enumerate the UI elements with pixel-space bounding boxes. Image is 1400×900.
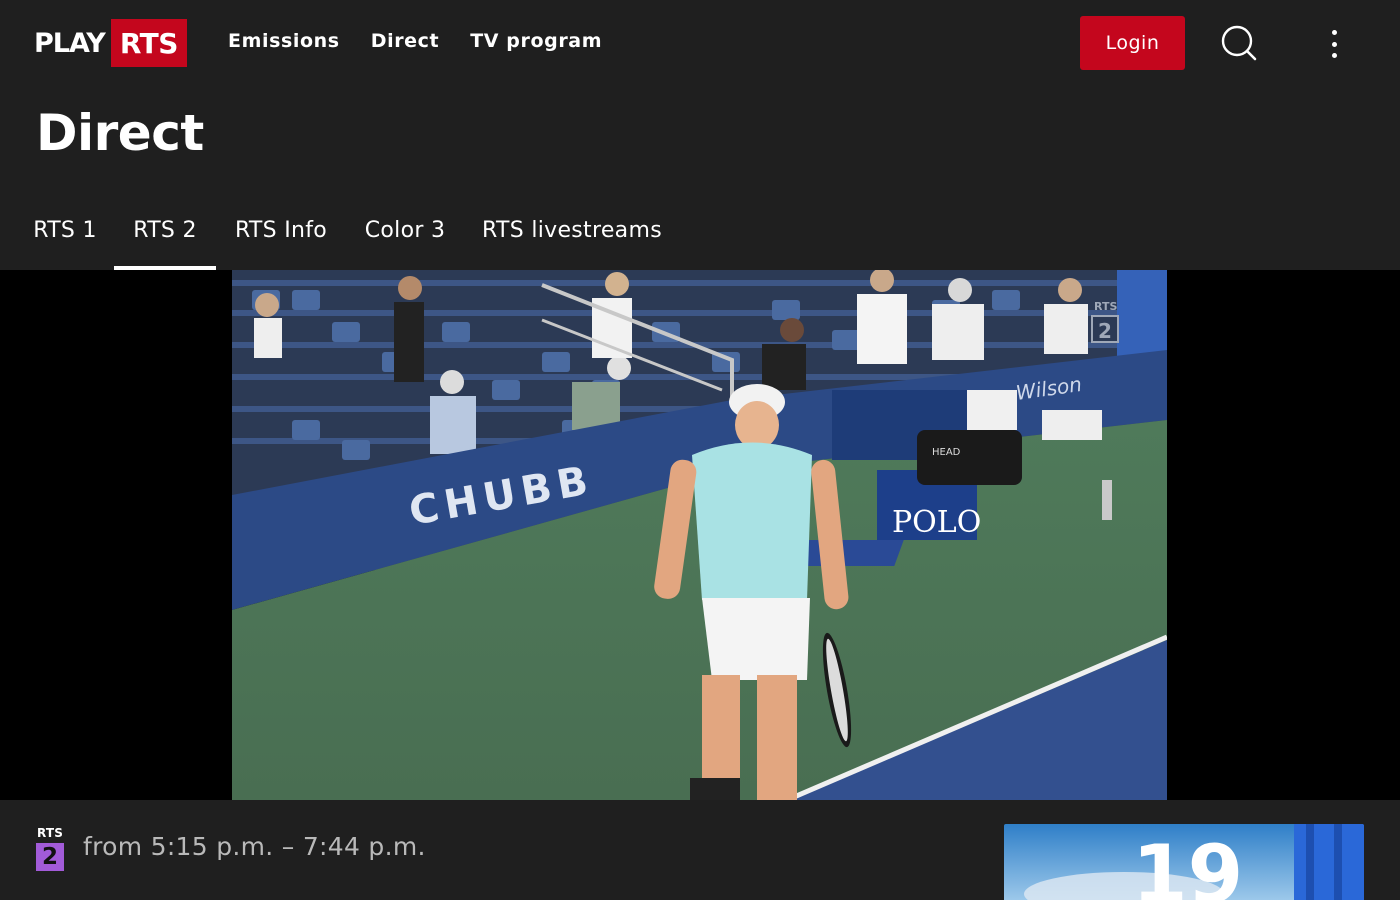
tab-rts-livestreams[interactable]: RTS livestreams — [470, 190, 674, 270]
more-dot — [1331, 41, 1337, 47]
tab-rts-1[interactable]: RTS 1 — [22, 190, 108, 270]
logo-rts-text: RTS — [110, 19, 187, 67]
tab-rts-2[interactable]: RTS 2 — [114, 190, 216, 270]
channel-tabs: RTS 1 RTS 2 RTS Info Color 3 RTS livestr… — [0, 190, 1400, 270]
more-dot — [1331, 30, 1337, 35]
channel-logo-number: 2 — [36, 843, 64, 871]
rts2-channel-logo: RTS 2 — [36, 826, 66, 872]
login-button[interactable]: Login — [1080, 16, 1185, 70]
watermark-brand: RTS — [1094, 300, 1117, 313]
main-nav: Emissions Direct TV program — [228, 30, 602, 52]
watermark-number: 2 — [1098, 319, 1112, 343]
thumbnail-number: 19 — [1132, 828, 1243, 900]
page-title: Direct — [36, 104, 204, 162]
tab-rts-info[interactable]: RTS Info — [222, 190, 340, 270]
nav-emissions[interactable]: Emissions — [228, 30, 340, 52]
next-program-thumbnail[interactable]: 19 — [1004, 824, 1364, 900]
play-rts-logo[interactable]: PLAY RTS — [34, 19, 187, 67]
logo-play-text: PLAY — [34, 27, 106, 59]
tab-color-3[interactable]: Color 3 — [352, 190, 458, 270]
more-vertical-icon[interactable] — [1320, 26, 1348, 62]
head-bag-brand: HEAD — [932, 447, 961, 458]
video-player[interactable]: CHUBB Wilson POLO HEAD RTS 2 — [232, 270, 1167, 800]
program-time-range: from 5:15 p.m. – 7:44 p.m. — [83, 832, 426, 861]
video-player-area: CHUBB Wilson POLO HEAD RTS 2 — [0, 270, 1400, 800]
video-frame: CHUBB Wilson POLO HEAD RTS 2 — [232, 270, 1167, 800]
nav-direct[interactable]: Direct — [371, 30, 440, 52]
nav-tv-program[interactable]: TV program — [470, 30, 602, 52]
top-bar: PLAY RTS Emissions Direct TV program Log… — [0, 0, 1400, 88]
polo-signage: POLO — [892, 505, 981, 540]
channel-logo-brand: RTS — [37, 826, 64, 840]
more-dot — [1331, 53, 1337, 58]
search-icon[interactable] — [1218, 22, 1260, 64]
